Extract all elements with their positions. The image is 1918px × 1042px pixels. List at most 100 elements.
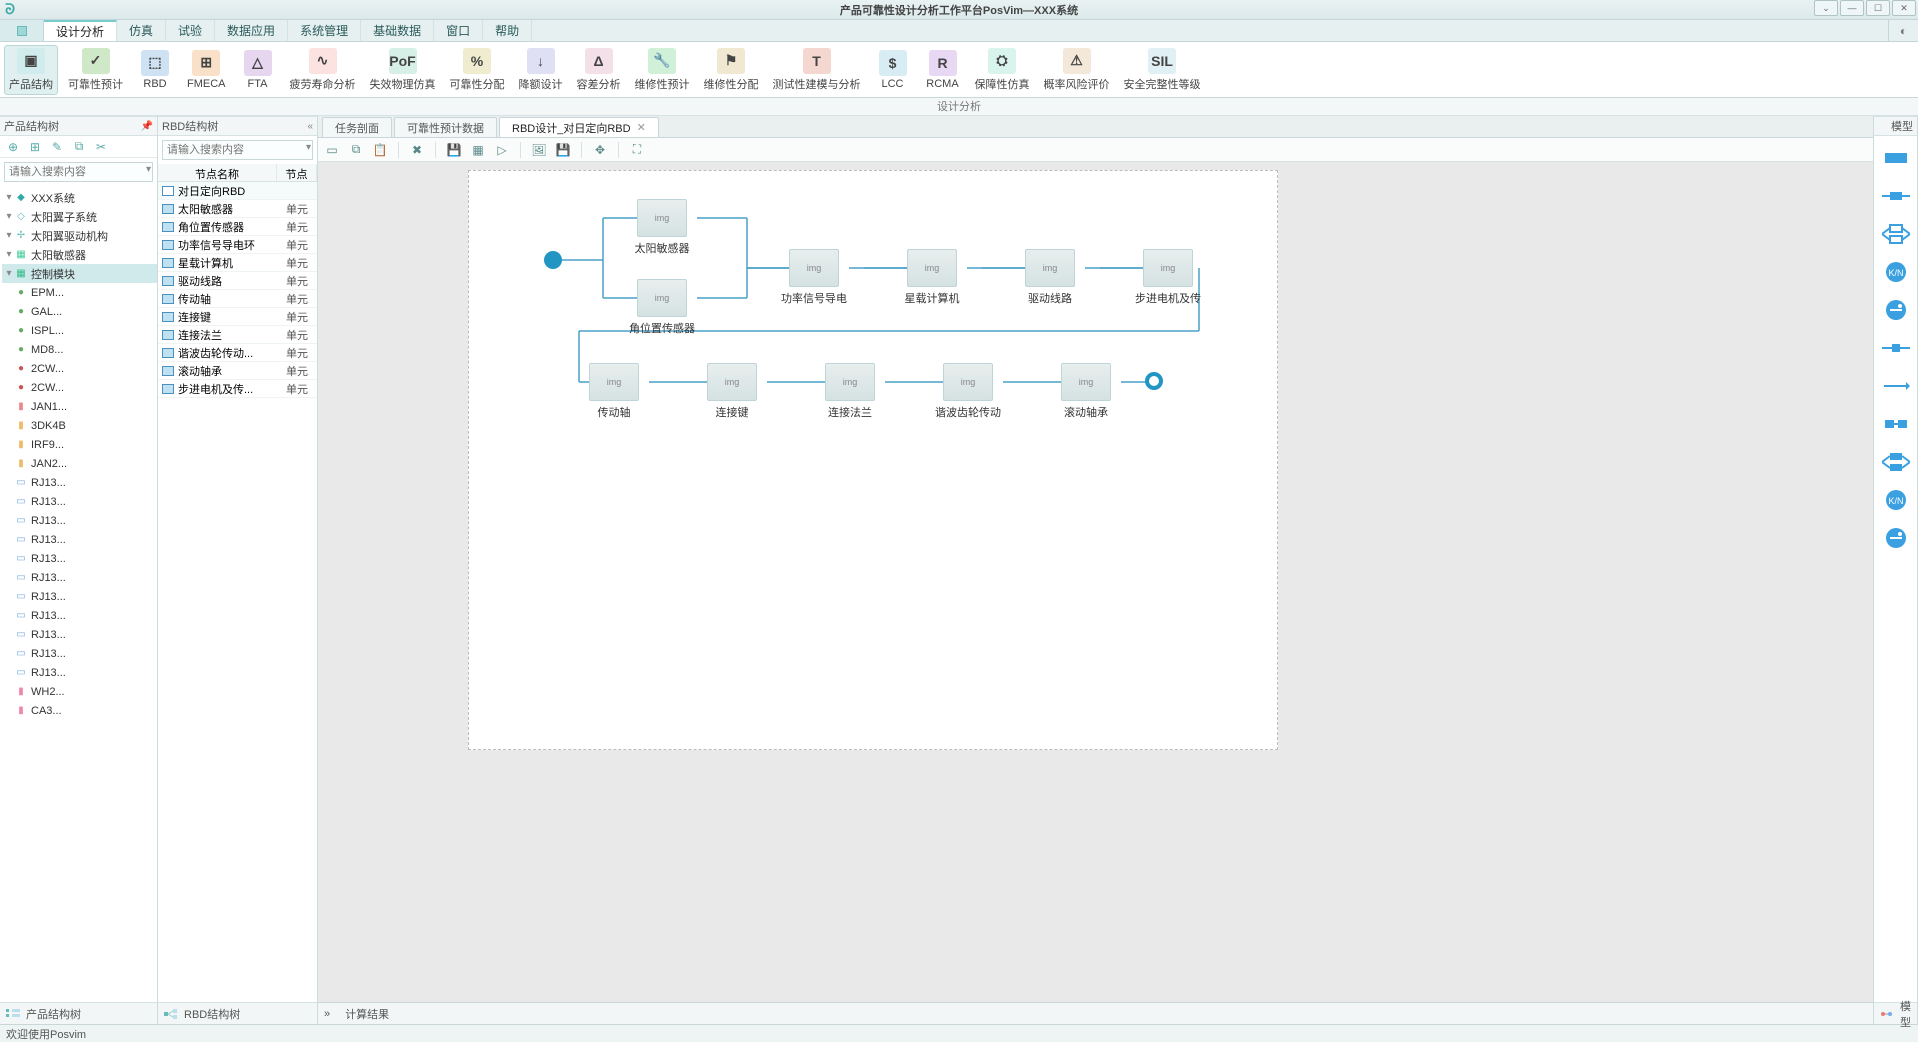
tree-node[interactable]: ▭RJ13... [2,511,157,530]
rbd-block[interactable]: img功率信号导电 [779,249,849,306]
rbd-row[interactable]: 滚动轴承单元 [158,362,317,380]
ribbon-item-8[interactable]: ↓降额设计 [515,46,567,94]
doc-tab-0[interactable]: 任务剖面 [322,117,392,137]
panel-collapse-icon[interactable]: « [307,121,313,132]
ribbon-item-1[interactable]: ✓可靠性预计 [64,46,127,94]
doc-tab-close-icon[interactable]: ✕ [637,121,646,134]
rbd-tree-search-input[interactable] [162,140,313,160]
ribbon-item-5[interactable]: ∿疲劳寿命分析 [286,46,360,94]
tree-node[interactable]: ▭RJ13... [2,549,157,568]
menu-tab-6[interactable]: 窗口 [434,20,483,41]
ribbon-item-3[interactable]: ⊞FMECA [183,48,230,92]
tree-node[interactable]: ▮JAN1... [2,397,157,416]
doc-tab-1[interactable]: 可靠性预计数据 [394,117,497,137]
palette-parallel-icon[interactable] [1882,224,1910,244]
menu-tab-0[interactable]: 设计分析 [44,20,117,41]
ribbon-item-14[interactable]: RRCMA [921,48,965,92]
menu-tab-5[interactable]: 基础数据 [361,20,434,41]
rbd-canvas[interactable]: img太阳敏感器img角位置传感器img功率信号导电img星载计算机img驱动线… [318,162,1873,1002]
rbd-row[interactable]: 连接键单元 [158,308,317,326]
rbd-row[interactable]: 星载计算机单元 [158,254,317,272]
tree-node[interactable]: ●2CW... [2,378,157,397]
canvas-export-icon[interactable]: 💾 [555,142,571,158]
ribbon-item-12[interactable]: T测试性建模与分析 [769,46,865,94]
tree-node[interactable]: ▾✢太阳翼驱动机构 [2,226,157,245]
palette-parallel2-icon[interactable] [1882,452,1910,472]
tree-node[interactable]: ●MD8... [2,340,157,359]
tree-node[interactable]: ▭RJ13... [2,663,157,682]
tree-node[interactable]: ▮3DK4B [2,416,157,435]
canvas-run-icon[interactable]: ▷ [494,142,510,158]
tree-node[interactable]: ●EPM... [2,283,157,302]
rbd-row[interactable]: 传动轴单元 [158,290,317,308]
tree-node[interactable]: ▭RJ13... [2,644,157,663]
ribbon-more-button[interactable]: ◐ [1888,20,1918,41]
tree-node[interactable]: ▭RJ13... [2,587,157,606]
menu-tab-7[interactable]: 帮助 [483,20,532,41]
rbd-block[interactable]: img连接法兰 [815,363,885,420]
tree-add-child-button[interactable]: ⊞ [28,140,42,154]
tree-twisty-icon[interactable]: ▾ [4,211,14,222]
ribbon-item-9[interactable]: Δ容差分析 [573,46,625,94]
tree-twisty-icon[interactable]: ▾ [4,192,14,203]
canvas-delete-icon[interactable]: ✖ [409,142,425,158]
palette-standby-icon[interactable] [1882,300,1910,320]
ribbon-item-0[interactable]: ▣产品结构 [4,45,58,95]
rbd-row[interactable]: 功率信号导电环单元 [158,236,317,254]
window-help-button[interactable]: ⌄ [1814,0,1838,16]
tree-node[interactable]: ●2CW... [2,359,157,378]
search-dropdown-icon[interactable]: ▾ [146,164,151,175]
ribbon-item-10[interactable]: 🔧维修性预计 [631,46,694,94]
palette-arrow-icon[interactable] [1882,376,1910,396]
canvas-fit-icon[interactable]: ✥ [592,142,608,158]
rbd-block[interactable]: img角位置传感器 [627,279,697,336]
canvas-copy-icon[interactable]: ⧉ [348,142,364,158]
menu-tab-4[interactable]: 系统管理 [288,20,361,41]
results-expand-icon[interactable]: » [324,1008,330,1020]
rbd-tree-footer-tab[interactable]: RBD结构树 [158,1002,317,1024]
tree-node[interactable]: ▭RJ13... [2,625,157,644]
rbd-start-node[interactable] [544,251,562,269]
tree-node[interactable]: ▮CA3... [2,701,157,720]
tree-node[interactable]: ▾◆XXX系统 [2,188,157,207]
product-tree[interactable]: ▾◆XXX系统▾◇太阳翼子系统▾✢太阳翼驱动机构▾▦太阳敏感器▾▦控制模块●EP… [0,186,157,1002]
rbd-row[interactable]: 对日定向RBD [158,182,317,200]
rbd-row[interactable]: 谐波齿轮传动...单元 [158,344,317,362]
doc-tab-2[interactable]: RBD设计_对日定向RBD✕ [499,117,659,137]
tree-node[interactable]: ●GAL... [2,302,157,321]
rbd-block[interactable]: img驱动线路 [1015,249,1085,306]
palette-kn2-icon[interactable]: K/N [1882,490,1910,510]
palette-kn-icon[interactable]: K/N [1882,262,1910,282]
canvas-paste-icon[interactable]: 📋 [372,142,388,158]
rbd-block[interactable]: img谐波齿轮传动 [933,363,1003,420]
rbd-block[interactable]: img连接键 [697,363,767,420]
tree-node[interactable]: ▾▦太阳敏感器 [2,245,157,264]
app-menu-button[interactable] [0,20,44,41]
tree-node[interactable]: ▮JAN2... [2,454,157,473]
tree-node[interactable]: ▭RJ13... [2,606,157,625]
ribbon-item-11[interactable]: ⚑维修性分配 [700,46,763,94]
product-tree-search-input[interactable] [4,162,153,182]
rbd-table[interactable]: 节点名称 节点 对日定向RBD太阳敏感器单元角位置传感器单元功率信号导电环单元星… [158,164,317,1002]
tree-node[interactable]: ▭RJ13... [2,473,157,492]
palette-node-icon[interactable] [1882,338,1910,358]
palette-series-icon[interactable] [1882,186,1910,206]
palette-series2-icon[interactable] [1882,414,1910,434]
tree-twisty-icon[interactable]: ▾ [4,230,14,241]
canvas-image-icon[interactable]: 🖼 [531,142,547,158]
palette-block-icon[interactable] [1882,148,1910,168]
tree-node[interactable]: ▭RJ13... [2,568,157,587]
tree-twisty-icon[interactable]: ▾ [4,249,14,260]
product-tree-footer-tab[interactable]: 产品结构树 [0,1002,157,1024]
tree-twisty-icon[interactable]: ▾ [4,268,14,279]
palette-standby2-icon[interactable] [1882,528,1910,548]
ribbon-item-6[interactable]: PoF失效物理仿真 [366,46,440,94]
rbd-end-node[interactable] [1145,372,1163,390]
tree-node[interactable]: ▮IRF9... [2,435,157,454]
tree-edit-button[interactable]: ✎ [50,140,64,154]
menu-tab-2[interactable]: 试验 [166,20,215,41]
rbd-block[interactable]: img太阳敏感器 [627,199,697,256]
rbd-row[interactable]: 太阳敏感器单元 [158,200,317,218]
tree-node[interactable]: ▭RJ13... [2,492,157,511]
search-dropdown-icon[interactable]: ▾ [306,142,311,153]
